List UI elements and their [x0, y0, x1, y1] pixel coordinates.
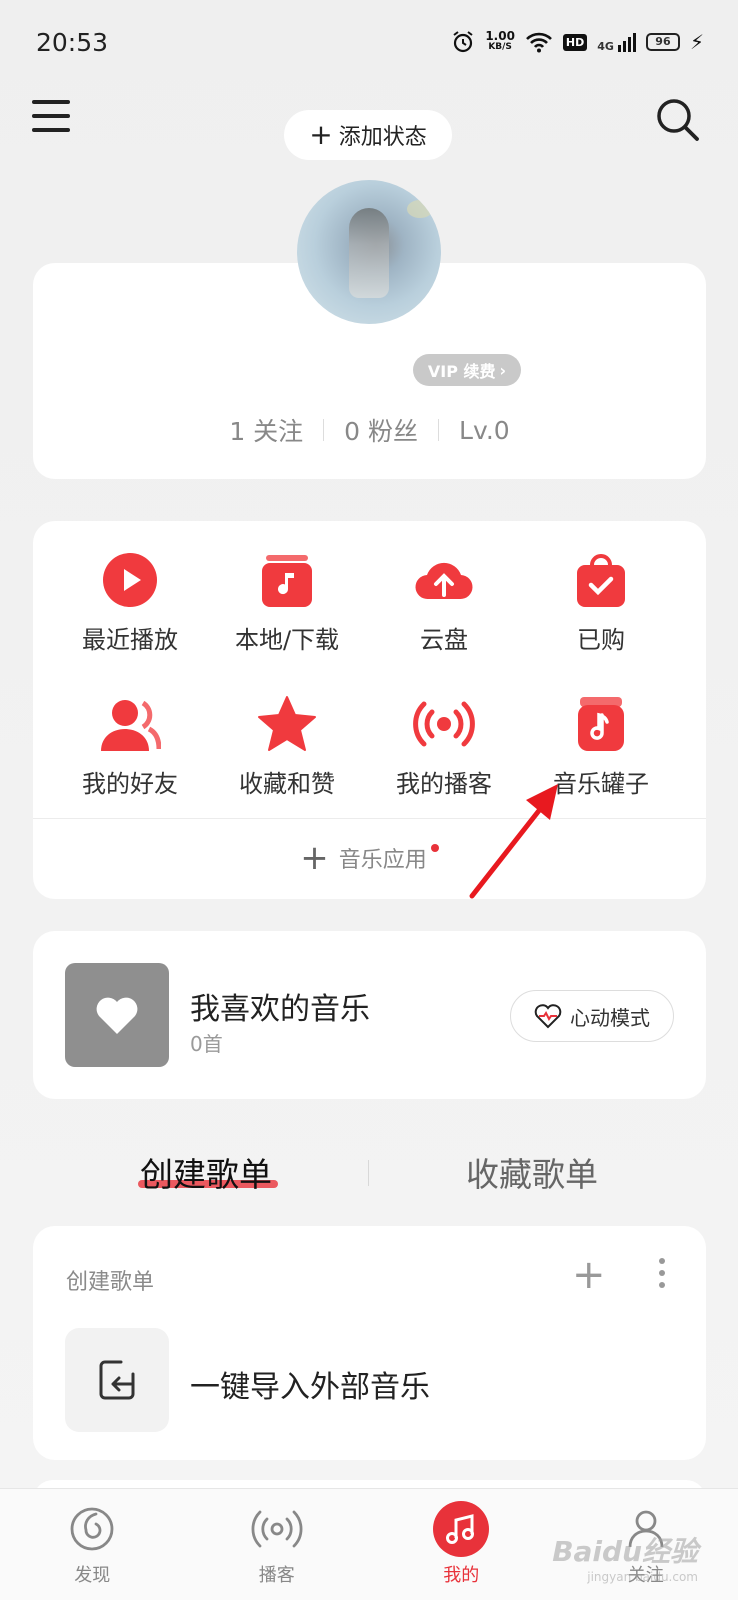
- music-jar-icon: [569, 692, 633, 756]
- signal-icon: 4G: [597, 32, 636, 53]
- grid-item-purchased[interactable]: 已购: [531, 548, 671, 655]
- menu-icon-line: [32, 100, 70, 104]
- wifi-icon: [526, 32, 552, 53]
- plus-icon: +: [309, 118, 333, 151]
- hd-badge: HD: [562, 33, 588, 51]
- net-speed: 1.00 KB/S: [485, 29, 515, 53]
- grid-item-label: 最近播放: [82, 626, 178, 654]
- grid-item-label: 本地/下载: [234, 626, 340, 654]
- import-music-label[interactable]: 一键导入外部音乐: [190, 1362, 430, 1406]
- grid-item-favorites[interactable]: 收藏和赞: [217, 692, 357, 799]
- divider: [368, 1160, 369, 1186]
- profile-stats: 1 关注 0 粉丝 Lv.0: [33, 412, 706, 448]
- liked-music-title[interactable]: 我喜欢的音乐: [190, 984, 370, 1028]
- nav-discover[interactable]: 发现: [32, 1501, 152, 1587]
- grid-item-friends[interactable]: 我的好友: [60, 692, 200, 799]
- music-apps-label: 音乐应用: [338, 848, 427, 873]
- nav-podcast[interactable]: 播客: [217, 1501, 337, 1587]
- music-note-icon: [433, 1501, 490, 1557]
- network-type: 4G: [597, 39, 614, 53]
- import-icon: [99, 1360, 135, 1400]
- heartbeat-icon: [534, 1004, 562, 1029]
- search-icon: [657, 99, 699, 141]
- status-icons: 1.00 KB/S HD 4G 96 ⚡: [451, 30, 704, 54]
- vip-badge[interactable]: VIP 续费 ›: [413, 354, 521, 386]
- avatar[interactable]: [297, 180, 441, 324]
- playlist-section-header: 创建歌单: [66, 1270, 155, 1295]
- music-box-icon: [255, 548, 319, 612]
- star-icon: [255, 692, 319, 756]
- battery-icon: 96: [645, 33, 680, 51]
- divider: [323, 419, 325, 441]
- search-button[interactable]: [654, 96, 702, 144]
- grid-item-local[interactable]: 本地/下载: [217, 548, 357, 655]
- heart-mode-label: 心动模式: [570, 1005, 650, 1030]
- nav-label: 播客: [258, 1565, 295, 1586]
- nav-label: 我的: [443, 1565, 480, 1586]
- tab-favorited-playlists[interactable]: 收藏歌单: [466, 1148, 598, 1196]
- grid-item-label: 我的好友: [82, 770, 178, 798]
- grid-item-cloud[interactable]: 云盘: [374, 548, 514, 655]
- status-time: 20:53: [36, 28, 109, 57]
- heart-icon: [96, 997, 138, 1034]
- watermark-sub: jingyan.baidu.com: [587, 1570, 698, 1584]
- liked-music-count: 0首: [190, 1032, 223, 1056]
- heart-mode-button[interactable]: 心动模式: [510, 990, 674, 1042]
- tab-created-playlists[interactable]: 创建歌单: [140, 1148, 272, 1196]
- alarm-icon: [453, 31, 473, 53]
- net-speed-unit: KB/S: [488, 42, 512, 52]
- watermark: Baidu经验 jingyan.baidu.com: [552, 1530, 698, 1584]
- nav-mine[interactable]: 我的: [401, 1501, 521, 1587]
- podcast-icon: [249, 1501, 305, 1557]
- annotation-arrow-icon: [469, 784, 558, 899]
- level[interactable]: Lv.0: [459, 416, 510, 445]
- podcast-icon: [412, 692, 476, 756]
- watermark-text: Baidu经验: [552, 1535, 698, 1568]
- grid-item-label: 收藏和赞: [239, 770, 335, 798]
- nav-label: 发现: [74, 1565, 111, 1586]
- fans-count[interactable]: 0 粉丝: [344, 412, 418, 448]
- cloud-upload-icon: [412, 548, 476, 612]
- friends-icon: [98, 692, 162, 756]
- add-playlist-button[interactable]: +: [572, 1255, 606, 1295]
- import-music-cover[interactable]: [65, 1328, 169, 1432]
- follow-count[interactable]: 1 关注: [229, 412, 303, 448]
- grid-item-label: 云盘: [420, 626, 468, 654]
- more-options-button[interactable]: [656, 1258, 668, 1294]
- music-apps-button[interactable]: + 音乐应用: [33, 818, 706, 898]
- grid-item-label: 已购: [577, 626, 625, 654]
- grid-item-recent[interactable]: 最近播放: [60, 548, 200, 655]
- chevron-right-icon: ›: [499, 360, 507, 380]
- menu-icon-line: [32, 114, 70, 118]
- menu-icon-line: [32, 128, 70, 132]
- play-circle-icon: [98, 548, 162, 612]
- discover-icon: [64, 1501, 120, 1557]
- liked-music-cover[interactable]: [65, 963, 169, 1067]
- vip-label: VIP 续费: [427, 362, 496, 381]
- menu-button[interactable]: [32, 100, 70, 134]
- divider: [438, 419, 440, 441]
- charging-icon: ⚡: [689, 30, 704, 54]
- net-speed-value: 1.00: [485, 29, 515, 43]
- plus-icon: +: [300, 838, 329, 878]
- shopping-bag-icon: [569, 548, 633, 612]
- add-status-button[interactable]: + 添加状态: [284, 110, 452, 160]
- notification-dot: [430, 844, 439, 852]
- add-status-label: 添加状态: [338, 125, 427, 150]
